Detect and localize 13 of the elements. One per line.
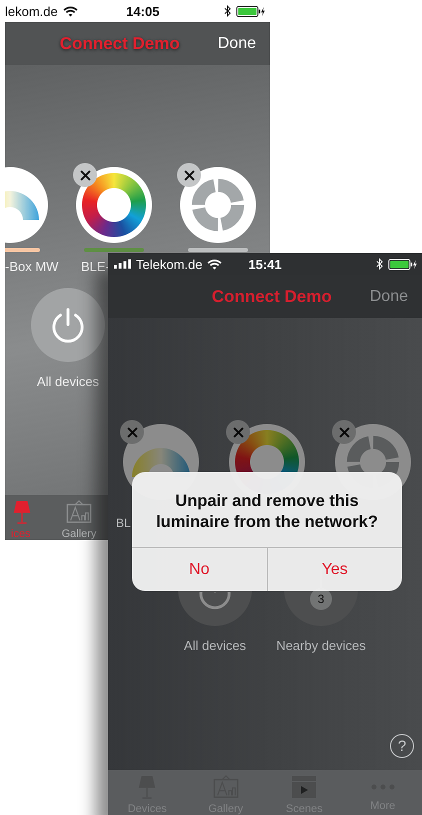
luminaire-name: -Box MW bbox=[5, 259, 58, 274]
dialog-message: Unpair and remove this luminaire from the network? bbox=[155, 491, 379, 533]
carrier-name: lekom.de bbox=[5, 4, 58, 18]
luminaire-name: BLE- bbox=[81, 259, 110, 274]
nav-title: Connect Demo bbox=[60, 34, 180, 54]
group-label: All devices bbox=[36, 374, 100, 389]
group-label: All devices bbox=[184, 638, 246, 653]
status-time: 14:05 bbox=[126, 4, 160, 18]
luminaire-name: BL bbox=[116, 516, 131, 530]
group-label: Nearby devices bbox=[276, 638, 366, 653]
status-time: 15:41 bbox=[248, 256, 282, 272]
nav-title: Connect Demo bbox=[212, 286, 332, 306]
carrier-name: Telekom.de bbox=[136, 256, 202, 272]
